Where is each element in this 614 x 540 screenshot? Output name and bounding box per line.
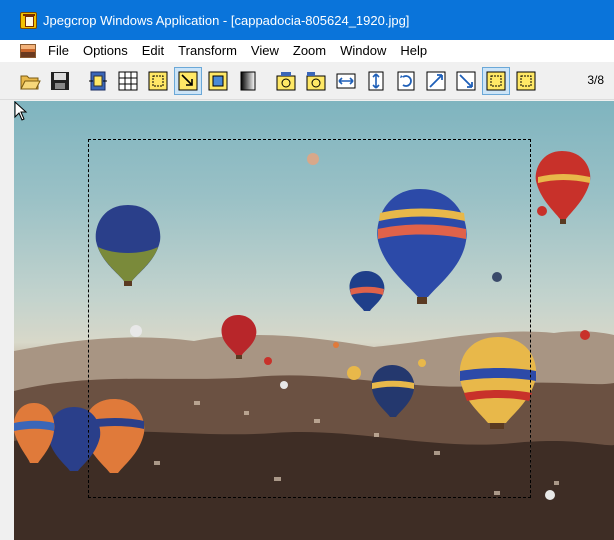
document-icon[interactable] [20, 44, 36, 58]
open-button[interactable] [16, 67, 44, 95]
transpose-button[interactable] [422, 67, 450, 95]
grid-button[interactable] [114, 67, 142, 95]
flip-vertical-button[interactable] [362, 67, 390, 95]
crop-selection-rectangle[interactable] [88, 139, 531, 498]
flip-horizontal-icon [336, 73, 356, 88]
toolbar-separator [264, 67, 272, 95]
page-counter: 3/8 [587, 73, 604, 87]
flip-horizontal-button[interactable] [332, 67, 360, 95]
toolbar: 3/8 [0, 62, 614, 100]
flip-vertical-icon [368, 71, 384, 90]
crop-arrow-icon [178, 71, 198, 90]
menu-window[interactable]: Window [333, 40, 393, 62]
mouse-pointer-icon [14, 101, 28, 121]
window-title: Jpegcrop Windows Application - [cappadoc… [43, 12, 410, 28]
menu-file[interactable]: File [41, 40, 76, 62]
menu-transform[interactable]: Transform [171, 40, 244, 62]
rotate-ccw-icon [276, 71, 296, 90]
app-icon [20, 11, 37, 29]
crop-selection-button[interactable] [482, 66, 510, 95]
rotate-arrow-icon [397, 71, 415, 90]
rotate-cw-button[interactable] [302, 67, 330, 95]
save-button[interactable] [46, 67, 74, 95]
fit-button[interactable] [204, 67, 232, 95]
menu-bar: File Options Edit Transform View Zoom Wi… [0, 40, 614, 62]
save-disk-icon [51, 71, 69, 90]
transpose-icon [426, 71, 446, 90]
copy-button[interactable] [84, 67, 112, 95]
open-folder-icon [20, 75, 41, 89]
rotate-arrow-button[interactable] [392, 67, 420, 95]
crop-selection-icon [486, 71, 506, 90]
grayscale-button[interactable] [234, 67, 262, 95]
image-canvas[interactable] [14, 101, 614, 540]
rotate-ccw-button[interactable] [272, 67, 300, 95]
crop-rect-button[interactable] [512, 67, 540, 95]
select-button[interactable] [144, 67, 172, 95]
menu-help[interactable]: Help [393, 40, 434, 62]
crop-arrow-button[interactable] [174, 66, 202, 95]
transverse-button[interactable] [452, 67, 480, 95]
menu-options[interactable]: Options [76, 40, 135, 62]
rotate-cw-icon [306, 71, 326, 90]
transverse-icon [456, 71, 476, 90]
toolbar-separator [76, 67, 84, 95]
menu-edit[interactable]: Edit [135, 40, 171, 62]
copy-icon [89, 71, 107, 90]
menu-zoom[interactable]: Zoom [286, 40, 333, 62]
grayscale-icon [240, 71, 256, 90]
grid-icon [118, 71, 138, 90]
select-icon [148, 71, 168, 90]
crop-rect-icon [516, 71, 536, 90]
menu-view[interactable]: View [244, 40, 286, 62]
title-bar[interactable]: Jpegcrop Windows Application - [cappadoc… [0, 0, 614, 40]
fit-icon [208, 71, 228, 90]
